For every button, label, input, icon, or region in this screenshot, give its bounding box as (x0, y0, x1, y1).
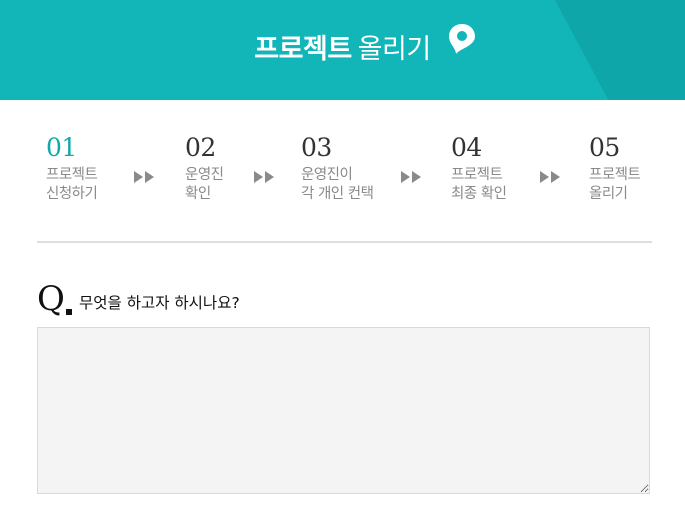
step-number: 02 (185, 133, 216, 162)
section-divider (37, 241, 652, 243)
question-dot (66, 309, 72, 315)
step-label-line2: 신청하기 (46, 186, 98, 202)
double-chevron-right-icon (134, 171, 154, 183)
step-1: 01 프로젝트 신청하기 (46, 130, 98, 204)
step-number: 04 (451, 133, 482, 162)
page-title-light: 올리기 (357, 34, 432, 65)
step-label-line2: 확인 (185, 186, 211, 202)
step-label-line2: 올리기 (589, 186, 628, 202)
step-label-line1: 운영진 (185, 167, 224, 183)
progress-steps: 01 프로젝트 신청하기 02 운영진 확인 03 운영진이 각 개인 컨택 0… (0, 130, 685, 220)
step-number: 03 (301, 133, 332, 162)
step-4: 04 프로젝트 최종 확인 (451, 130, 507, 204)
double-chevron-right-icon (401, 171, 421, 183)
step-5: 05 프로젝트 올리기 (589, 130, 641, 204)
step-label-line1: 프로젝트 (451, 167, 503, 183)
step-label-line1: 프로젝트 (46, 167, 98, 183)
answer-textarea[interactable] (37, 327, 650, 494)
page-header: 프로젝트 올리기 (0, 0, 685, 100)
double-chevron-right-icon (540, 171, 560, 183)
step-label-line2: 각 개인 컨택 (301, 186, 374, 202)
location-pin-icon (449, 24, 475, 54)
question-mark-letter: Q (37, 279, 65, 319)
step-number: 05 (589, 133, 620, 162)
question-text: 무엇을 하고자 하시나요? (79, 294, 240, 312)
step-label-line1: 운영진이 (301, 167, 353, 183)
page-title: 프로젝트 올리기 (0, 30, 685, 70)
step-number: 01 (46, 133, 77, 162)
page-title-bold: 프로젝트 (254, 34, 352, 65)
step-label-line2: 최종 확인 (451, 186, 507, 202)
step-2: 02 운영진 확인 (185, 130, 224, 204)
step-3: 03 운영진이 각 개인 컨택 (301, 130, 374, 204)
double-chevron-right-icon (254, 171, 274, 183)
step-label-line1: 프로젝트 (589, 167, 641, 183)
